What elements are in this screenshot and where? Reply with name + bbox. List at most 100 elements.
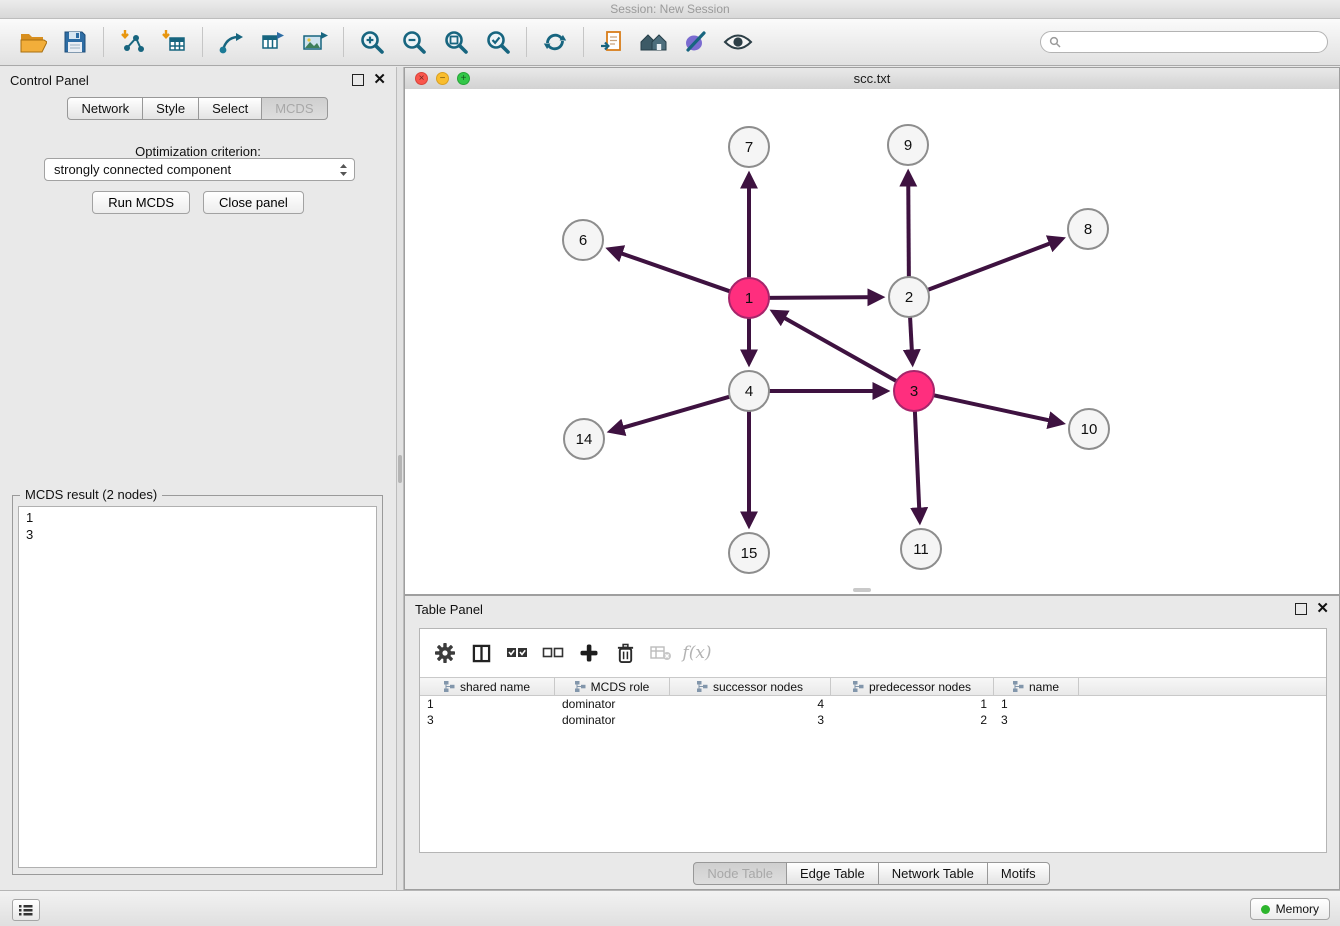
search-box[interactable] <box>1040 31 1328 53</box>
network-node[interactable]: 15 <box>729 533 769 573</box>
table-row[interactable]: 3dominator323 <box>420 712 1326 728</box>
refresh-view-button[interactable] <box>534 22 576 62</box>
tab-network-table[interactable]: Network Table <box>878 862 988 885</box>
network-edge[interactable] <box>910 315 913 362</box>
network-node[interactable]: 10 <box>1069 409 1109 449</box>
export-image-button[interactable] <box>294 22 336 62</box>
zoom-selected-icon <box>485 29 511 55</box>
control-panel-header: Control Panel ✕ <box>0 67 396 93</box>
float-panel-button[interactable] <box>352 74 364 86</box>
column-chooser-button[interactable] <box>466 639 496 667</box>
tab-node-table[interactable]: Node Table <box>693 862 787 885</box>
mcds-result-title: MCDS result (2 nodes) <box>20 487 162 502</box>
column-header[interactable]: shared name <box>420 678 555 695</box>
float-table-panel-button[interactable] <box>1295 603 1307 615</box>
column-type-icon <box>1013 681 1024 692</box>
mcds-result-item[interactable]: 3 <box>19 526 376 543</box>
show-panels-button[interactable] <box>12 899 40 921</box>
network-node[interactable]: 11 <box>901 529 941 569</box>
svg-text:7: 7 <box>745 139 753 156</box>
memory-button[interactable]: Memory <box>1250 898 1330 920</box>
network-edge[interactable] <box>767 297 880 298</box>
maximize-window-button[interactable]: + <box>457 72 470 85</box>
application-window: Session: New Session <box>0 0 1340 926</box>
network-node[interactable]: 6 <box>563 220 603 260</box>
network-node[interactable]: 8 <box>1068 209 1108 249</box>
toolbar-separator <box>526 27 527 57</box>
deselect-all-rows-button[interactable] <box>538 639 568 667</box>
mcds-result-list: 13 <box>18 506 377 868</box>
column-header[interactable]: predecessor nodes <box>831 678 994 695</box>
zoom-in-button[interactable] <box>351 22 393 62</box>
close-panel-button-2[interactable]: Close panel <box>203 191 304 214</box>
delete-columns-button[interactable] <box>610 639 640 667</box>
table-cell: 3 <box>670 713 831 727</box>
table-settings-button[interactable] <box>430 639 460 667</box>
network-edge[interactable] <box>915 409 920 520</box>
import-network-button[interactable] <box>111 22 153 62</box>
zoom-selected-button[interactable] <box>477 22 519 62</box>
network-node[interactable]: 3 <box>894 371 934 411</box>
table-row[interactable]: 1dominator411 <box>420 696 1326 712</box>
network-node[interactable]: 1 <box>729 278 769 318</box>
open-file-button[interactable] <box>12 22 54 62</box>
network-edge[interactable] <box>908 174 909 279</box>
network-edge[interactable] <box>932 395 1061 423</box>
canvas-hscrollbar[interactable] <box>853 588 871 592</box>
network-edge[interactable] <box>610 250 732 292</box>
trash-icon <box>616 643 635 664</box>
column-header[interactable]: name <box>994 678 1079 695</box>
delete-table-button[interactable] <box>646 639 676 667</box>
homes-icon <box>639 30 669 54</box>
network-node[interactable]: 14 <box>564 419 604 459</box>
graphics-details-button[interactable] <box>717 22 759 62</box>
import-table-button[interactable] <box>153 22 195 62</box>
function-builder-button[interactable]: f(x) <box>682 639 712 667</box>
network-edge[interactable] <box>612 396 732 431</box>
tab-style[interactable]: Style <box>142 97 199 120</box>
node-table-body: 1dominator4113dominator323 <box>420 696 1326 728</box>
column-header[interactable]: MCDS role <box>555 678 670 695</box>
style-brush-icon <box>683 29 709 55</box>
network-node[interactable]: 7 <box>729 127 769 167</box>
tab-edge-table[interactable]: Edge Table <box>786 862 879 885</box>
tab-select[interactable]: Select <box>198 97 262 120</box>
vertical-splitter[interactable] <box>396 67 404 890</box>
svg-text:1: 1 <box>745 290 753 307</box>
column-type-icon <box>444 681 455 692</box>
tab-network[interactable]: Network <box>67 97 143 120</box>
add-column-button[interactable] <box>574 639 604 667</box>
network-node[interactable]: 2 <box>889 277 929 317</box>
network-from-db-button[interactable] <box>210 22 252 62</box>
select-all-rows-button[interactable] <box>502 639 532 667</box>
network-edge[interactable] <box>926 239 1061 290</box>
mcds-result-item[interactable]: 1 <box>19 509 376 526</box>
network-node[interactable]: 4 <box>729 371 769 411</box>
minimize-window-button[interactable]: − <box>436 72 449 85</box>
zoom-out-button[interactable] <box>393 22 435 62</box>
search-input[interactable] <box>1067 34 1319 50</box>
select-all-icon <box>506 644 528 662</box>
network-node[interactable]: 9 <box>888 125 928 165</box>
network-edge[interactable] <box>774 312 898 382</box>
close-table-panel-button[interactable]: ✕ <box>1316 603 1329 615</box>
network-graph[interactable]: 7 9 6 8 1 2 4 3 14 10 15 11 <box>405 89 1339 594</box>
criterion-dropdown[interactable]: strongly connected component <box>44 158 355 181</box>
network-canvas[interactable]: 7 9 6 8 1 2 4 3 14 10 15 11 <box>405 89 1339 594</box>
close-panel-button[interactable]: ✕ <box>373 74 386 86</box>
splitter-grip[interactable] <box>398 455 402 483</box>
save-session-button[interactable] <box>54 22 96 62</box>
network-window: × − + scc.txt 7968124314101511 <box>404 67 1340 595</box>
duplicate-view-button[interactable] <box>591 22 633 62</box>
close-window-button[interactable]: × <box>415 72 428 85</box>
zoom-fit-button[interactable] <box>435 22 477 62</box>
first-neighbors-button[interactable] <box>633 22 675 62</box>
tab-motifs[interactable]: Motifs <box>987 862 1050 885</box>
style-brush-button[interactable] <box>675 22 717 62</box>
tab-mcds[interactable]: MCDS <box>261 97 327 120</box>
table-cell: 4 <box>670 697 831 711</box>
run-mcds-button[interactable]: Run MCDS <box>92 191 190 214</box>
svg-text:3: 3 <box>910 383 918 400</box>
column-header[interactable]: successor nodes <box>670 678 831 695</box>
export-table-button[interactable] <box>252 22 294 62</box>
